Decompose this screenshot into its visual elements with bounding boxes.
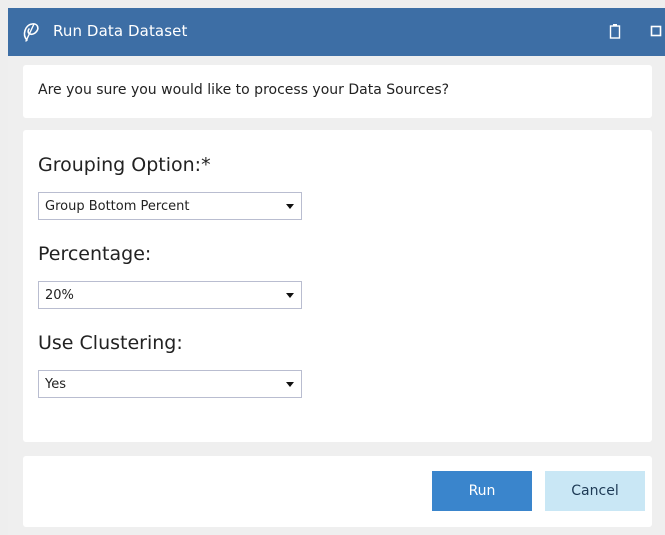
title-bar[interactable]: Run Data Dataset	[8, 8, 665, 56]
swirl-logo-icon	[23, 23, 39, 42]
options-form: Grouping Option:* Group Bottom Percent P…	[23, 130, 652, 442]
confirmation-question: Are you sure you would like to process y…	[38, 82, 450, 98]
use-clustering-value: Yes	[45, 377, 66, 392]
grouping-option-select[interactable]: Group Bottom Percent	[38, 192, 302, 220]
confirmation-panel: Are you sure you would like to process y…	[23, 65, 652, 118]
dropdown-arrow-icon	[286, 293, 294, 298]
dropdown-arrow-icon	[286, 204, 294, 209]
window-title: Run Data Dataset	[53, 22, 188, 40]
restore-icon[interactable]	[609, 23, 621, 39]
run-dataset-dialog: Run Data Dataset Are you sure you would …	[8, 8, 665, 535]
percentage-label: Percentage:	[38, 243, 152, 265]
dropdown-arrow-icon	[286, 382, 294, 387]
cancel-button[interactable]: Cancel	[545, 471, 645, 511]
use-clustering-label: Use Clustering:	[38, 332, 183, 354]
percentage-value: 20%	[45, 288, 74, 303]
grouping-option-label: Grouping Option:*	[38, 154, 211, 176]
dialog-footer: Run Cancel	[23, 456, 652, 527]
percentage-select[interactable]: 20%	[38, 281, 302, 309]
use-clustering-select[interactable]: Yes	[38, 370, 302, 398]
grouping-option-value: Group Bottom Percent	[45, 199, 190, 214]
maximize-icon[interactable]	[650, 25, 662, 37]
run-button[interactable]: Run	[432, 471, 532, 511]
